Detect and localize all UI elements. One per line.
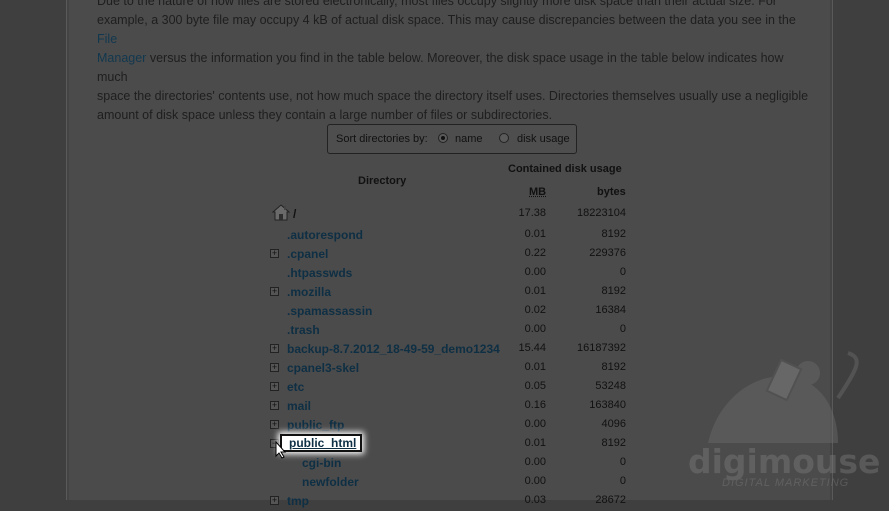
directory-name-link[interactable]: .mozilla [287, 285, 331, 299]
root-mb: 17.38 [518, 207, 546, 219]
logo-subtext: DIGITAL MARKETING [722, 477, 850, 489]
directory-mb: 0.00 [524, 418, 546, 430]
sort-name-label[interactable]: name [455, 133, 483, 145]
directory-row[interactable]: .htpasswds 0.00 0 [270, 264, 630, 283]
directory-bytes: 0 [619, 266, 626, 278]
directory-column-header: Directory [358, 175, 407, 187]
directory-name-link[interactable]: cpanel3-skel [287, 361, 359, 375]
directory-row[interactable]: + .cpanel 0.22 229376 [270, 245, 630, 264]
plus-box-icon[interactable]: + [270, 363, 279, 372]
directory-name-link[interactable]: backup-8.7.2012_18-49-59_demo1234 [287, 342, 500, 356]
directory-mb: 0.00 [524, 266, 546, 278]
directory-name-link[interactable]: etc [287, 380, 304, 394]
directory-row[interactable]: + backup-8.7.2012_18-49-59_demo1234 15.44 1… [270, 340, 630, 359]
sort-label: Sort directories by: [336, 133, 428, 145]
directory-mb: 0.01 [524, 437, 546, 449]
mb-column-header[interactable]: MB [529, 186, 546, 198]
sort-disk-usage-label[interactable]: disk usage [517, 133, 570, 145]
directory-mb: 15.44 [518, 342, 546, 354]
directory-name-link[interactable]: newfolder [302, 475, 359, 489]
directory-mb: 0.03 [524, 494, 546, 506]
directory-name-link[interactable]: .spamassassin [287, 304, 372, 318]
directory-bytes: 28672 [595, 494, 626, 506]
directory-row[interactable]: + public_ftp 0.00 4096 [270, 416, 630, 435]
directory-row[interactable]: + etc 0.05 53248 [270, 378, 630, 397]
home-folder-icon[interactable] [271, 203, 291, 221]
directory-name-link[interactable]: public_ftp [287, 418, 344, 432]
directory-bytes: 8192 [601, 437, 626, 449]
root-directory-row[interactable]: / 17.38 18223104 [270, 203, 630, 224]
directory-bytes: 0 [619, 475, 626, 487]
directory-name-link[interactable]: .cpanel [287, 247, 328, 261]
contained-usage-header: Contained disk usage [508, 163, 622, 175]
directory-bytes: 16384 [595, 304, 626, 316]
bytes-column-header: bytes [597, 186, 626, 198]
plus-box-icon[interactable]: + [270, 496, 279, 505]
directory-mb: 0.00 [524, 475, 546, 487]
directory-row[interactable]: + tmp 0.03 28672 [270, 492, 630, 511]
directory-bytes: 8192 [601, 228, 626, 240]
directory-row[interactable]: + mail 0.16 163840 [270, 397, 630, 416]
directory-row[interactable]: .trash 0.00 0 [270, 321, 630, 340]
directory-bytes: 8192 [601, 361, 626, 373]
directory-bytes: 4096 [601, 418, 626, 430]
digimouse-logo: digimouse DIGITAL MARKETING [688, 348, 888, 500]
directory-row[interactable]: cgi-bin 0.00 0 [270, 454, 630, 473]
plus-box-icon[interactable]: + [270, 344, 279, 353]
logo-text: digimouse [688, 442, 881, 481]
directory-row[interactable]: newfolder 0.00 0 [270, 473, 630, 492]
directory-mb: 0.22 [524, 247, 546, 259]
directory-mb: 0.00 [524, 323, 546, 335]
directory-mb: 0.16 [524, 399, 546, 411]
pointer-cursor-icon [275, 441, 287, 459]
directory-name-link[interactable]: cgi-bin [302, 456, 341, 470]
directory-mb: 0.02 [524, 304, 546, 316]
directory-row[interactable]: .autorespond 0.01 8192 [270, 226, 630, 245]
directory-mb: 0.01 [524, 228, 546, 240]
directory-bytes: 163840 [589, 399, 626, 411]
directory-name-link[interactable]: mail [287, 399, 311, 413]
root-bytes: 18223104 [577, 207, 626, 219]
directory-mb: 0.05 [524, 380, 546, 392]
directory-bytes: 0 [619, 323, 626, 335]
sort-disk-usage-radio[interactable] [499, 133, 509, 143]
directory-mb: 0.00 [524, 456, 546, 468]
directory-bytes: 53248 [595, 380, 626, 392]
directory-bytes: 16187392 [577, 342, 626, 354]
sort-directories-box: Sort directories by: name disk usage [327, 124, 577, 154]
directory-name-link[interactable]: .autorespond [287, 228, 363, 242]
sort-name-radio[interactable] [438, 133, 448, 143]
plus-box-icon[interactable]: + [270, 249, 279, 258]
directory-name-link[interactable]: .htpasswds [287, 266, 352, 280]
public-html-highlight[interactable]: public_html [280, 434, 362, 452]
plus-box-icon[interactable]: + [270, 401, 279, 410]
directory-bytes: 229376 [589, 247, 626, 259]
mouse-logo-icon [708, 351, 859, 443]
directory-name-link[interactable]: .trash [287, 323, 320, 337]
file-manager-link[interactable]: File [97, 32, 117, 46]
plus-box-icon[interactable]: + [270, 420, 279, 429]
file-manager-link-2[interactable]: Manager [97, 51, 146, 65]
directory-bytes: 0 [619, 456, 626, 468]
directory-mb: 0.01 [524, 285, 546, 297]
plus-box-icon[interactable]: + [270, 382, 279, 391]
plus-box-icon[interactable]: + [270, 287, 279, 296]
directory-row[interactable]: .spamassassin 0.02 16384 [270, 302, 630, 321]
intro-paragraph: Due to the nature of how files are store… [97, 0, 809, 122]
directory-row[interactable]: + cpanel3-skel 0.01 8192 [270, 359, 630, 378]
directory-row[interactable]: + .mozilla 0.01 8192 [270, 283, 630, 302]
directory-bytes: 8192 [601, 285, 626, 297]
directory-name-link[interactable]: tmp [287, 494, 309, 508]
directory-mb: 0.01 [524, 361, 546, 373]
